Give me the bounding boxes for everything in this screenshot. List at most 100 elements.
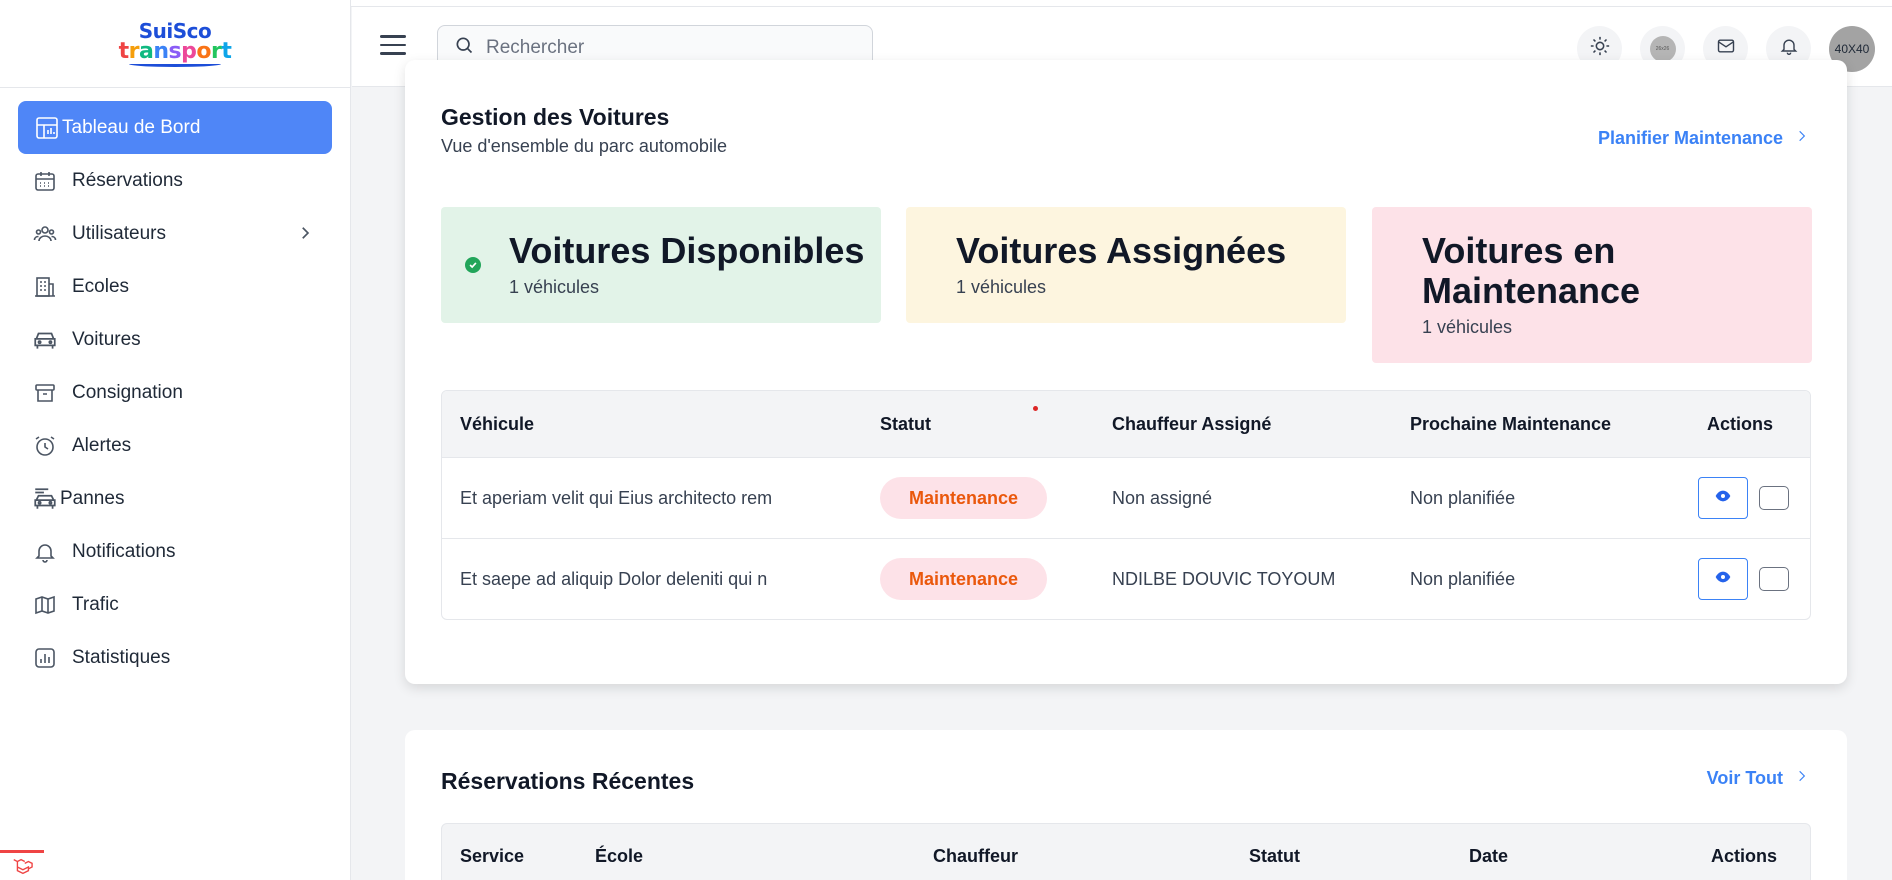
status-badge: Maintenance — [880, 558, 1047, 600]
sidebar-item-reservations[interactable]: Réservations — [18, 154, 332, 207]
sidebar-item-consignation[interactable]: Consignation — [18, 366, 332, 419]
check-circle-icon — [465, 257, 481, 273]
chevron-right-icon — [1783, 768, 1809, 789]
column-header: Véhicule — [460, 414, 535, 434]
calendar-icon — [32, 168, 58, 194]
stat-count: 1 véhicules — [956, 277, 1047, 297]
chevron-right-icon — [1783, 128, 1809, 149]
section-title: Réservations Récentes — [441, 768, 695, 794]
column-header: Date — [1469, 846, 1509, 866]
column-header: Actions — [1711, 846, 1778, 866]
bar-chart-icon — [32, 645, 58, 671]
column-header: Chauffeur Assigné — [1112, 414, 1272, 434]
assigned-driver: Non assigné — [1112, 488, 1213, 508]
column-header: Actions — [1707, 414, 1774, 434]
sidebar-item-alertes[interactable]: Alertes — [18, 419, 332, 472]
laravel-debug-icon[interactable] — [0, 850, 44, 880]
eye-icon — [1715, 489, 1731, 507]
sidebar-item-label: Statistiques — [72, 646, 171, 668]
sidebar-item-label: Trafic — [72, 593, 119, 615]
eye-icon — [1715, 570, 1731, 588]
column-header: Statut — [1249, 846, 1300, 866]
column-header: Service — [460, 846, 525, 866]
logo-swoosh — [128, 61, 221, 67]
edit-button[interactable] — [1759, 567, 1789, 591]
sidebar-item-label: Voitures — [72, 328, 141, 350]
section-subtitle: Vue d'ensemble du parc automobile — [441, 136, 727, 156]
broken-car-icon — [32, 486, 58, 512]
stat-count: 1 véhicules — [1422, 317, 1513, 337]
plan-maintenance-link[interactable]: Planifier Maintenance — [1598, 128, 1809, 149]
reservations-table-header: Service École Chauffeur Statut Date Acti… — [441, 823, 1811, 880]
stat-assigned: Voitures Assignées 1 véhicules — [906, 207, 1346, 323]
cars-table: Véhicule Statut Chauffeur Assigné Procha… — [441, 390, 1811, 620]
small-avatar: 26x26 — [1649, 35, 1676, 62]
table-header: Véhicule Statut Chauffeur Assigné Procha… — [442, 391, 1810, 458]
view-button[interactable] — [1698, 558, 1748, 600]
assigned-driver: NDILBE DOUVIC TOYOUM — [1112, 569, 1336, 589]
next-maintenance: Non planifiée — [1410, 488, 1516, 508]
stat-label: Voitures Disponibles — [509, 230, 865, 271]
view-button[interactable] — [1698, 477, 1748, 519]
next-maintenance: Non planifiée — [1410, 569, 1516, 589]
view-all-link[interactable]: Voir Tout — [1707, 768, 1809, 789]
sidebar-item-label: Pannes — [60, 487, 125, 509]
sidebar-item-tableau-de-bord[interactable]: Tableau de Bord — [18, 101, 332, 154]
users-icon — [32, 221, 58, 247]
sun-icon — [1589, 35, 1611, 62]
column-header: École — [595, 846, 644, 866]
edit-button[interactable] — [1759, 486, 1789, 510]
status-badge: Maintenance — [880, 477, 1047, 519]
sidebar-item-label: Tableau de Bord — [62, 116, 201, 138]
table-row: Et aperiam velit qui Eius architecto rem… — [442, 458, 1810, 539]
sidebar: SuiSco transport Tableau de Bord Réserva… — [0, 0, 351, 880]
recent-reservations-card: Réservations Récentes Voir Tout Service … — [405, 730, 1847, 880]
sidebar-item-label: Ecoles — [72, 275, 130, 297]
sidebar-item-utilisateurs[interactable]: Utilisateurs — [18, 207, 332, 260]
logo-area: SuiSco transport — [0, 0, 350, 88]
sidebar-item-voitures[interactable]: Voitures — [18, 313, 332, 366]
building-icon — [32, 274, 58, 300]
stat-count: 1 véhicules — [509, 277, 600, 297]
column-header: Statut — [880, 414, 931, 434]
car-management-card: Gestion des Voitures Vue d'ensemble du p… — [405, 60, 1847, 684]
sidebar-item-statistiques[interactable]: Statistiques — [18, 631, 332, 684]
search-input[interactable] — [486, 36, 846, 59]
chevron-right-icon — [296, 224, 314, 248]
bell-icon — [1779, 36, 1799, 61]
search-icon — [454, 35, 474, 60]
sidebar-item-notifications[interactable]: Notifications — [18, 525, 332, 578]
brand-logo[interactable]: SuiSco transport — [119, 21, 232, 67]
link-label: Planifier Maintenance — [1597, 128, 1783, 148]
bell-icon — [32, 539, 58, 565]
sidebar-nav: Tableau de Bord Réservations Utilisateur… — [0, 88, 350, 697]
sidebar-item-trafic[interactable]: Trafic — [18, 578, 332, 631]
stat-label: Voitures Assignées — [956, 230, 1287, 271]
map-icon — [32, 592, 58, 618]
stat-label: Voitures en Maintenance — [1422, 230, 1641, 311]
car-icon — [32, 327, 58, 353]
vehicle-name: Et saepe ad aliquip Dolor deleniti qui n — [460, 569, 768, 589]
sidebar-item-label: Consignation — [72, 381, 183, 403]
sidebar-item-pannes[interactable]: Pannes — [18, 472, 332, 525]
archive-icon — [32, 380, 58, 406]
sidebar-item-label: Alertes — [72, 434, 132, 456]
stat-available: Voitures Disponibles 1 véhicules — [441, 207, 881, 323]
sidebar-item-label: Notifications — [72, 540, 176, 562]
table-row: Et saepe ad aliquip Dolor deleniti qui n… — [442, 539, 1810, 619]
stat-maintenance: Voitures en Maintenance 1 véhicules — [1372, 207, 1812, 363]
sidebar-item-ecoles[interactable]: Ecoles — [18, 260, 332, 313]
sidebar-item-label: Utilisateurs — [72, 222, 166, 244]
indicator-dot — [1033, 406, 1038, 411]
column-header: Prochaine Maintenance — [1410, 414, 1612, 434]
mail-icon — [1716, 36, 1736, 61]
brand-line2: transport — [118, 38, 232, 64]
vehicle-name: Et aperiam velit qui Eius architecto rem — [460, 488, 773, 508]
brand-line1: SuiSco — [138, 18, 212, 43]
column-header: Chauffeur — [933, 846, 1018, 866]
sidebar-item-label: Réservations — [72, 169, 183, 191]
menu-toggle-icon[interactable] — [380, 35, 406, 57]
section-title: Gestion des Voitures — [441, 104, 670, 130]
alarm-clock-icon — [32, 433, 58, 459]
link-label: Voir Tout — [1706, 768, 1783, 788]
